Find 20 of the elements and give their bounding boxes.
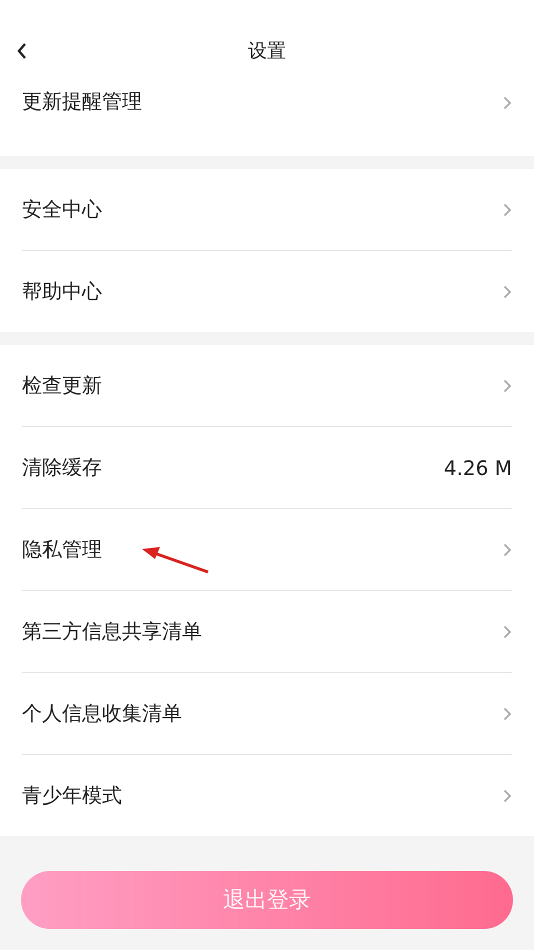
setting-label[interactable]: 青少年模式: [22, 782, 122, 809]
setting-label[interactable]: 安全中心: [22, 196, 102, 223]
setting-label[interactable]: 检查更新: [22, 372, 102, 399]
setting-label[interactable]: 第三方信息共享清单: [22, 618, 202, 645]
setting-label[interactable]: 个人信息收集清单: [22, 700, 182, 727]
setting-label[interactable]: 清除缓存: [22, 454, 102, 481]
chevron-icon: [503, 96, 512, 110]
setting-label[interactable]: 隐私管理: [22, 536, 102, 563]
chevron-icon: [503, 624, 512, 638]
chevron-icon: [503, 378, 512, 392]
back-icon[interactable]: [16, 43, 28, 59]
setting-label[interactable]: 更新提醒管理: [22, 88, 142, 115]
chevron-icon: [503, 788, 512, 802]
chevron-icon: [503, 706, 512, 720]
setting-label[interactable]: 帮助中心: [22, 278, 102, 305]
chevron-icon: [503, 284, 512, 298]
chevron-icon: [503, 202, 512, 216]
cache-size: 4.26 M: [444, 456, 512, 480]
chevron-icon: [503, 542, 512, 556]
page-title: 设置: [248, 39, 286, 64]
